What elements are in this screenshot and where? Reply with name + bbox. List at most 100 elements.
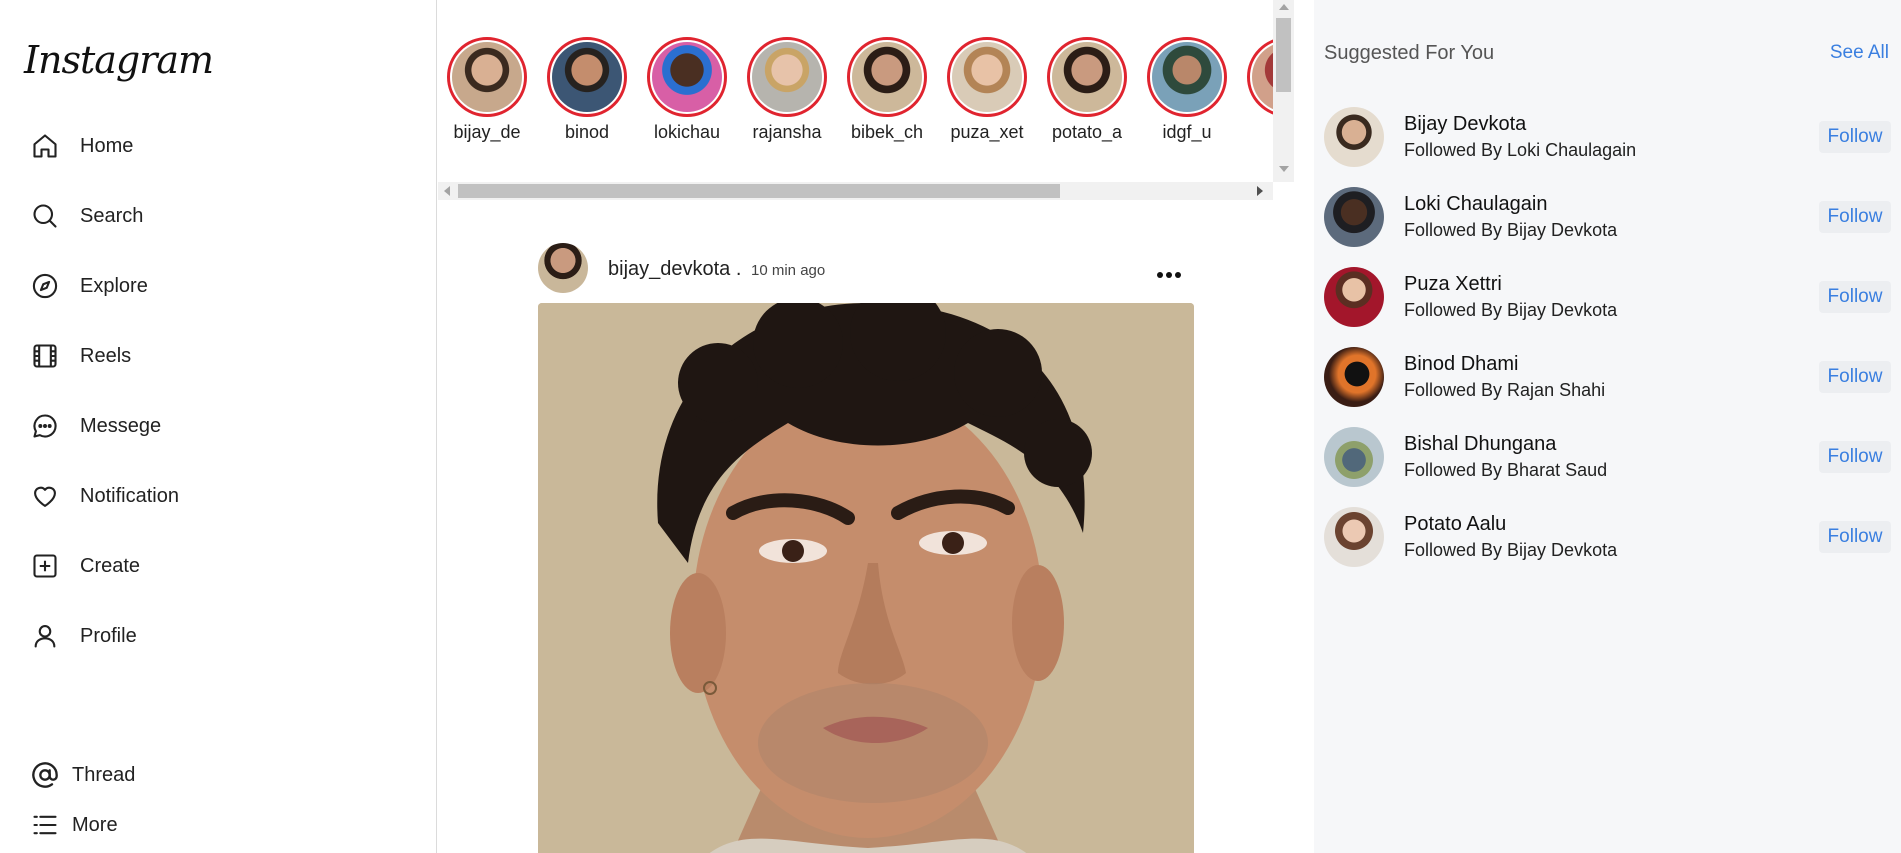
- suggestion-followed-by: Followed By Bharat Saud: [1404, 460, 1608, 480]
- suggestion-name[interactable]: Bishal Dhungana: [1404, 433, 1556, 456]
- story-username: lokichau: [653, 122, 721, 142]
- story-username: binod: [564, 122, 610, 142]
- feed-post: bijay_devkota . 10 min ago: [538, 243, 1194, 853]
- follow-button[interactable]: Follow: [1819, 361, 1891, 393]
- story-ring: [847, 37, 927, 117]
- suggestion-name[interactable]: Potato Aalu: [1404, 513, 1506, 536]
- suggestion-name[interactable]: Binod Dhami: [1404, 353, 1519, 376]
- story-ring: [547, 37, 627, 117]
- more-horizontal-icon[interactable]: [1156, 259, 1182, 285]
- sidebar-item-label: More: [72, 813, 118, 836]
- sidebar-item-thread[interactable]: Thread: [30, 755, 135, 795]
- story-item[interactable]: ha: [1246, 37, 1273, 143]
- menu-list-icon: [30, 810, 60, 840]
- suggestion-item: Bishal Dhungana Followed By Bharat Saud …: [1324, 427, 1891, 489]
- sidebar-item-label: Search: [80, 204, 144, 227]
- sidebar-item-profile[interactable]: Profile: [30, 616, 137, 656]
- sidebar-item-label: Thread: [72, 763, 136, 786]
- story-item[interactable]: rajansha: [746, 37, 828, 143]
- sidebar-item-more[interactable]: More: [30, 805, 118, 845]
- sidebar-item-home[interactable]: Home: [30, 126, 133, 166]
- follow-button[interactable]: Follow: [1819, 441, 1891, 473]
- suggestion-followed-by: Followed By Loki Chaulagain: [1404, 140, 1637, 160]
- sidebar-item-search[interactable]: Search: [30, 196, 143, 236]
- story-username: rajansha: [752, 122, 822, 142]
- sidebar-item-label: Notification: [80, 484, 179, 507]
- story-item[interactable]: lokichau: [646, 37, 728, 143]
- sidebar-item-messages[interactable]: Messege: [30, 406, 161, 446]
- scrollbar-thumb[interactable]: [458, 184, 1060, 198]
- story-username: idgf_u: [1162, 122, 1212, 142]
- story-username: bijay_de: [453, 122, 521, 142]
- story-item[interactable]: binod: [546, 37, 628, 143]
- story-username: ha: [1246, 122, 1273, 143]
- follow-button[interactable]: Follow: [1819, 201, 1891, 233]
- suggestion-avatar[interactable]: [1324, 427, 1384, 487]
- stories-vertical-scrollbar[interactable]: [1273, 0, 1294, 182]
- story-avatar: [1252, 42, 1273, 112]
- suggestion-avatar[interactable]: [1324, 507, 1384, 567]
- sidebar-item-label: Create: [80, 554, 141, 577]
- story-item[interactable]: idgf_u: [1146, 37, 1228, 143]
- story-ring: [447, 37, 527, 117]
- suggestion-name[interactable]: Puza Xettri: [1404, 273, 1502, 296]
- scroll-down-arrow-icon[interactable]: [1279, 166, 1289, 172]
- story-avatar: [1052, 42, 1122, 112]
- suggestion-name[interactable]: Bijay Devkota: [1404, 113, 1526, 136]
- sidebar-item-create[interactable]: Create: [30, 546, 140, 586]
- suggestion-avatar[interactable]: [1324, 107, 1384, 167]
- search-icon: [30, 201, 60, 231]
- scrollbar-thumb[interactable]: [1276, 18, 1291, 92]
- suggestion-followed-by: Followed By Rajan Shahi: [1404, 380, 1606, 400]
- follow-button[interactable]: Follow: [1819, 121, 1891, 153]
- scroll-up-arrow-icon[interactable]: [1279, 4, 1289, 10]
- scroll-left-arrow-icon[interactable]: [444, 186, 450, 196]
- story-username: puza_xet: [950, 122, 1024, 142]
- suggestion-item: Binod Dhami Followed By Rajan Shahi Foll…: [1324, 347, 1891, 409]
- story-item[interactable]: bijay_de: [446, 37, 528, 143]
- story-username: bibek_ch: [850, 122, 924, 142]
- stories-tray[interactable]: bijay_de binod lokichau rajansha bibek_c…: [438, 0, 1273, 180]
- sidebar-item-label: Reels: [80, 344, 132, 367]
- story-ring: [947, 37, 1027, 117]
- story-item[interactable]: bibek_ch: [846, 37, 928, 143]
- sidebar-item-reels[interactable]: Reels: [30, 336, 131, 376]
- suggestion-followed-by: Followed By Bijay Devkota: [1404, 300, 1618, 320]
- story-avatar: [852, 42, 922, 112]
- suggestions-panel: Suggested For You See All Bijay Devkota …: [1314, 0, 1901, 853]
- story-ring: [747, 37, 827, 117]
- story-ring: [1147, 37, 1227, 117]
- post-username[interactable]: bijay_devkota: [608, 258, 730, 280]
- suggestion-name[interactable]: Loki Chaulagain: [1404, 193, 1547, 216]
- story-avatar: [952, 42, 1022, 112]
- suggestion-avatar[interactable]: [1324, 347, 1384, 407]
- chat-bubble-icon: [30, 411, 60, 441]
- story-item[interactable]: puza_xet: [946, 37, 1028, 143]
- suggestions-title: Suggested For You: [1324, 42, 1495, 64]
- follow-button[interactable]: Follow: [1819, 521, 1891, 553]
- suggestion-avatar[interactable]: [1324, 187, 1384, 247]
- at-sign-icon: [30, 760, 60, 790]
- instagram-logo[interactable]: Instagram: [24, 38, 214, 82]
- see-all-link[interactable]: See All: [1830, 42, 1889, 64]
- story-ring: [1247, 37, 1273, 117]
- suggestion-item: Puza Xettri Followed By Bijay Devkota Fo…: [1324, 267, 1891, 329]
- follow-button[interactable]: Follow: [1819, 281, 1891, 313]
- sidebar-item-label: Home: [80, 134, 134, 157]
- post-author-avatar[interactable]: [538, 243, 588, 293]
- post-image[interactable]: [538, 303, 1194, 853]
- suggestion-avatar[interactable]: [1324, 267, 1384, 327]
- story-item[interactable]: potato_a: [1046, 37, 1128, 143]
- scroll-right-arrow-icon[interactable]: [1257, 186, 1263, 196]
- story-username: potato_a: [1051, 122, 1123, 142]
- sidebar-item-label: Profile: [80, 624, 137, 647]
- stories-section: bijay_de binod lokichau rajansha bibek_c…: [438, 0, 1294, 200]
- film-icon: [30, 341, 60, 371]
- story-ring: [647, 37, 727, 117]
- sidebar: Instagram Home Search Explore Reels Mess…: [0, 0, 437, 853]
- story-avatar: [452, 42, 522, 112]
- sidebar-item-explore[interactable]: Explore: [30, 266, 148, 306]
- home-icon: [30, 131, 60, 161]
- stories-horizontal-scrollbar[interactable]: [438, 182, 1273, 200]
- sidebar-item-notification[interactable]: Notification: [30, 476, 179, 516]
